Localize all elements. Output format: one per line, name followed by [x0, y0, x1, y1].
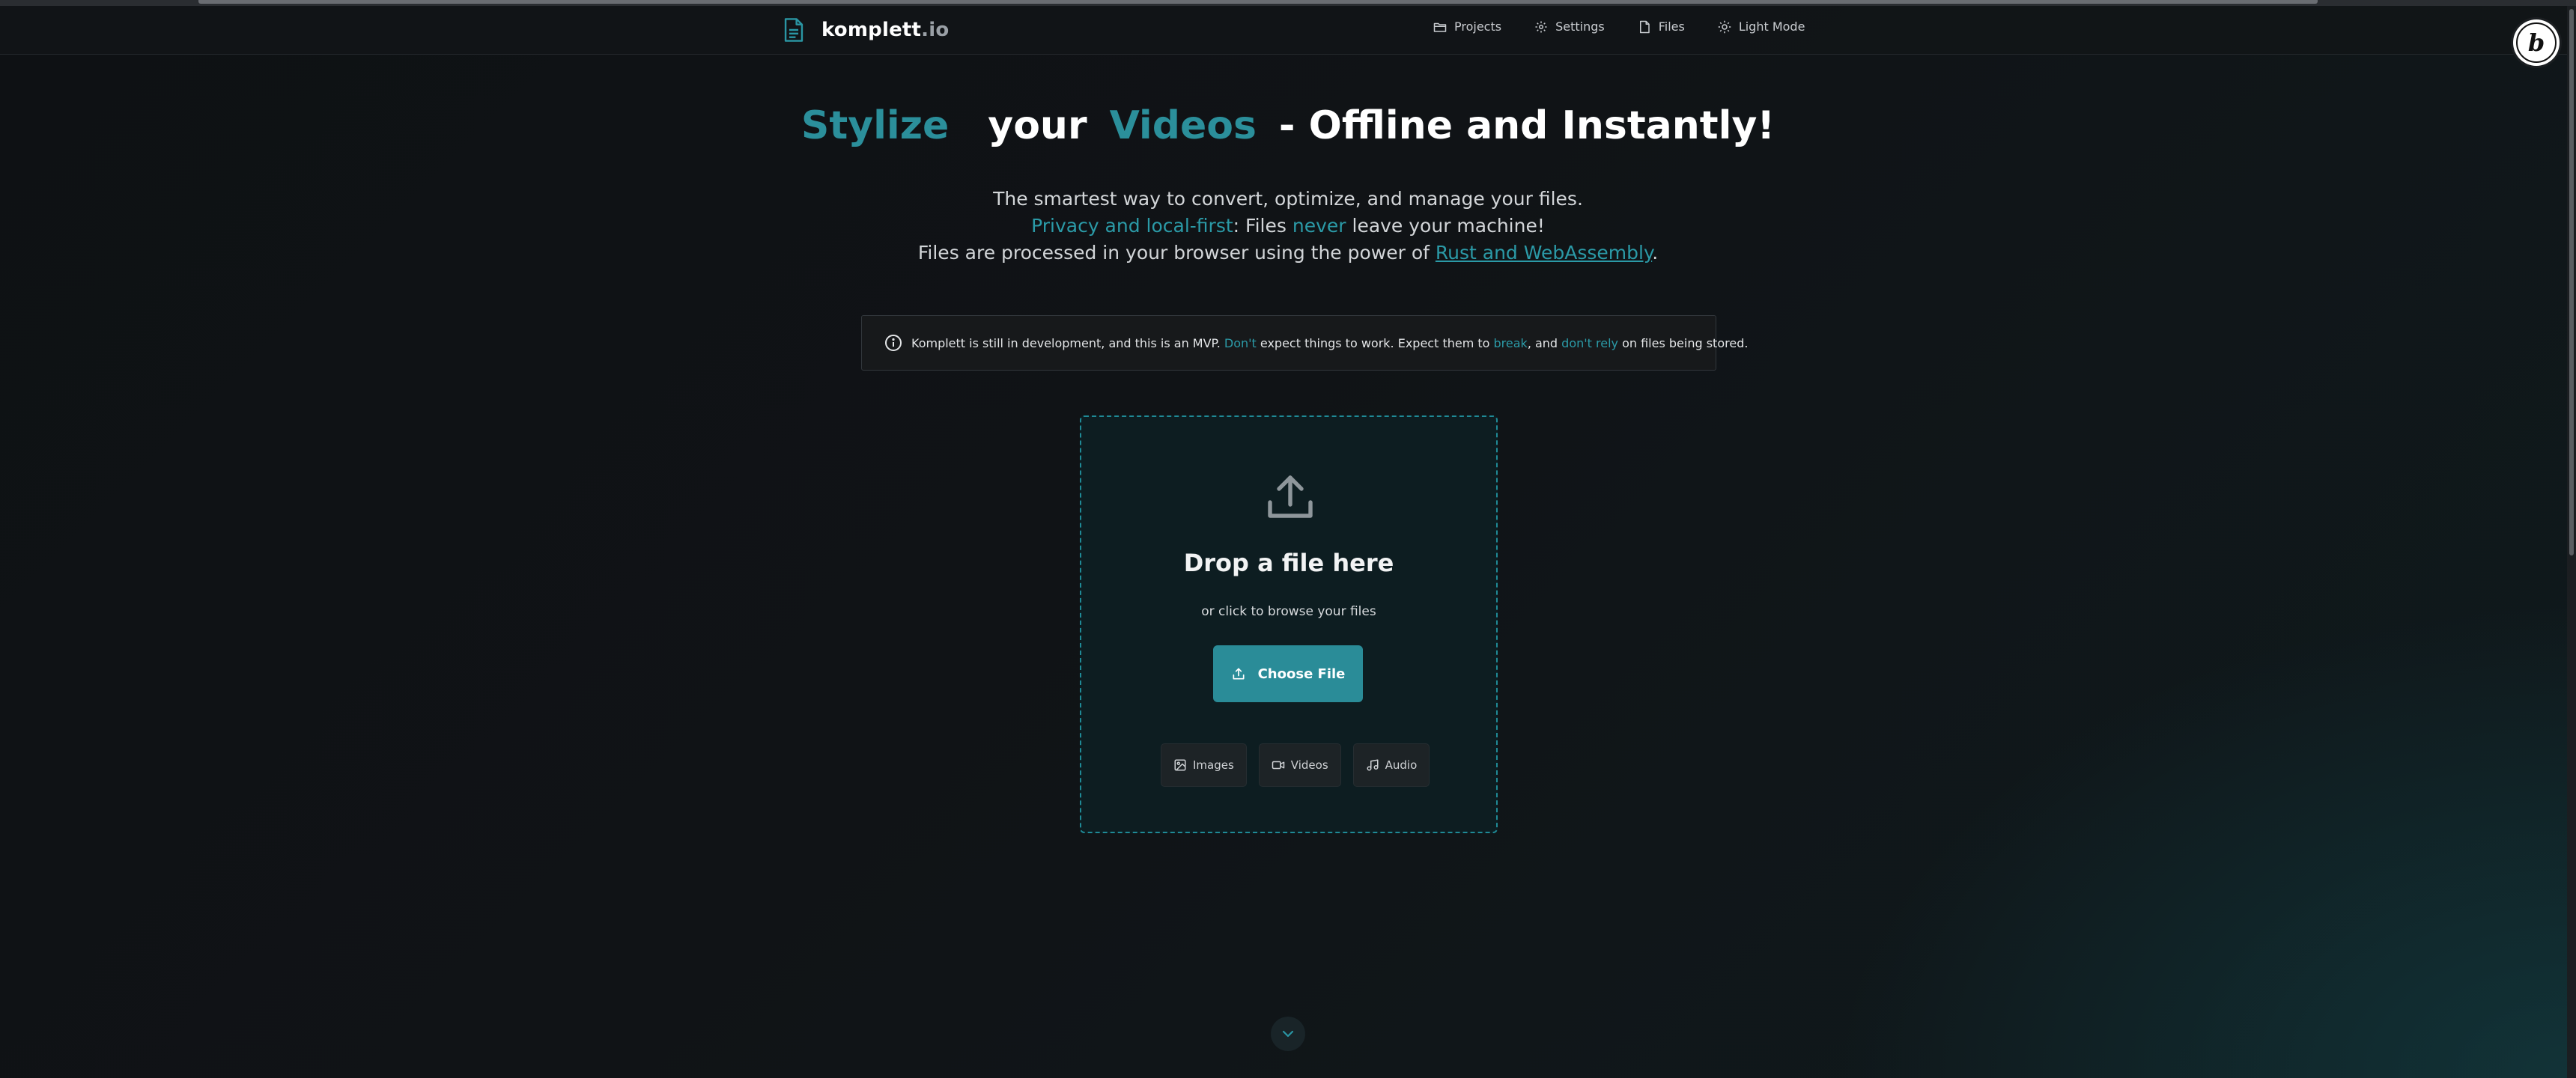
horizontal-scroll-track	[198, 0, 2318, 4]
avatar[interactable]: b	[2513, 19, 2560, 66]
chevron-down-icon	[1282, 1030, 1294, 1038]
nav-files[interactable]: Files	[1638, 19, 1685, 34]
music-icon	[1367, 759, 1379, 771]
subtitle-line-1: The smartest way to convert, optimize, a…	[993, 188, 1583, 210]
brand-logo-link[interactable]: komplett.io	[783, 16, 949, 43]
type-chip-label: Videos	[1290, 758, 1328, 772]
sun-icon	[1718, 20, 1731, 33]
mvp-notice-banner: Komplett is still in development, and th…	[861, 315, 1748, 371]
nav-label: Files	[1658, 19, 1685, 34]
subtitle-line-3: Files are processed in your browser usin…	[917, 242, 1659, 264]
hero-word-videos: Videos	[1109, 103, 1257, 148]
subtitle-line-2: Privacy and local-first: Files never lea…	[1031, 215, 1545, 237]
choose-file-label: Choose File	[1257, 666, 1346, 682]
file-icon	[1639, 20, 1650, 33]
scroll-down-button[interactable]	[1271, 1017, 1305, 1051]
gear-icon	[1535, 21, 1547, 32]
nav-settings[interactable]: Settings	[1534, 19, 1605, 34]
file-text-icon	[784, 18, 804, 42]
hero-subtitle: The smartest way to convert, optimize, a…	[0, 186, 2576, 267]
page-scrollbar[interactable]	[2567, 6, 2576, 1078]
type-chip-images[interactable]: Images	[1161, 743, 1247, 787]
info-icon	[885, 335, 902, 351]
main-nav: Projects Settings Files Light Mode	[1433, 19, 1805, 34]
type-chip-label: Images	[1193, 758, 1234, 772]
rust-webassembly-link[interactable]: Rust and WebAssembly	[1436, 242, 1652, 264]
dropzone-subtitle: or click to browse your files	[1201, 604, 1376, 619]
top-navbar: komplett.io Projects Settings Files Ligh…	[0, 6, 2567, 55]
brand-name: komplett.io	[821, 19, 950, 41]
avatar-letter: b	[2527, 28, 2545, 57]
type-chip-videos[interactable]: Videos	[1258, 743, 1341, 787]
video-icon	[1272, 761, 1285, 770]
avatar-ring: b	[2516, 22, 2557, 63]
nav-label: Projects	[1454, 19, 1502, 34]
scrollbar-thumb[interactable]	[2569, 9, 2574, 555]
nav-light-mode[interactable]: Light Mode	[1718, 19, 1805, 34]
nav-projects[interactable]: Projects	[1433, 19, 1501, 34]
nav-label: Light Mode	[1738, 19, 1805, 34]
upload-small-icon	[1233, 668, 1245, 680]
type-chip-label: Audio	[1385, 758, 1418, 772]
image-icon	[1174, 759, 1186, 771]
nav-label: Settings	[1555, 19, 1605, 34]
hero-word-stylize: Stylize	[801, 103, 950, 148]
file-dropzone[interactable]: Drop a file here or click to browse your…	[1080, 415, 1498, 833]
choose-file-button[interactable]: Choose File	[1213, 645, 1363, 702]
hero-tagline: - Offline and Instantly!	[1278, 103, 1775, 148]
upload-icon	[1268, 475, 1313, 518]
browser-top-edge	[0, 0, 2576, 6]
file-type-filters: Images Videos Audio	[1161, 743, 1430, 787]
hero-word-your: your	[988, 103, 1087, 148]
type-chip-audio[interactable]: Audio	[1352, 743, 1430, 787]
notice-text: Komplett is still in development, and th…	[911, 335, 1749, 350]
page-title: Stylize your Videos - Offline and Instantly…	[0, 103, 2576, 148]
folder-icon	[1433, 22, 1447, 32]
dropzone-title: Drop a file here	[1183, 549, 1394, 577]
